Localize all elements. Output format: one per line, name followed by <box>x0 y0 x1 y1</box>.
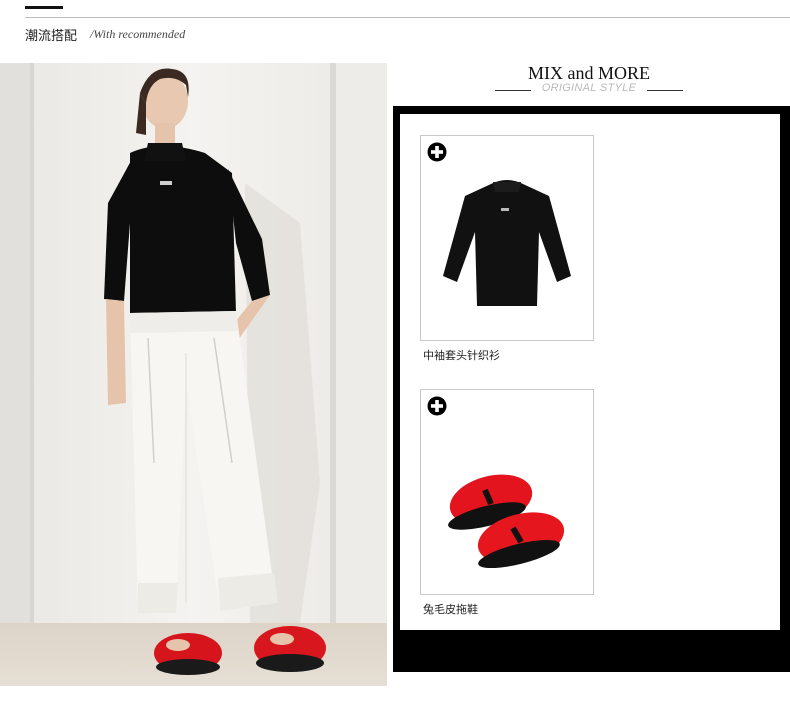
plus-icon[interactable] <box>427 396 447 416</box>
section-subtitle: /With recommended <box>90 27 186 41</box>
top-accent-bar <box>25 6 63 9</box>
look-photo <box>0 63 387 686</box>
section-divider <box>25 17 790 18</box>
slides-image <box>448 474 565 569</box>
product-card-sweater[interactable] <box>420 135 594 341</box>
mix-title: MIX and MORE <box>528 63 650 83</box>
mix-subtitle: ORIGINAL STYLE <box>541 82 637 94</box>
section-title: 潮流搭配 <box>25 29 78 44</box>
mix-subtitle-row: ORIGINAL STYLE <box>495 82 683 98</box>
subtitle-right-rule <box>647 90 683 91</box>
plus-icon[interactable] <box>427 142 447 162</box>
sweater-image <box>443 180 571 306</box>
product-card-slides[interactable] <box>420 389 594 595</box>
product-name-slides[interactable]: 兔毛皮拖鞋 <box>423 601 478 617</box>
product-name-sweater[interactable]: 中袖套头针织衫 <box>423 347 500 363</box>
